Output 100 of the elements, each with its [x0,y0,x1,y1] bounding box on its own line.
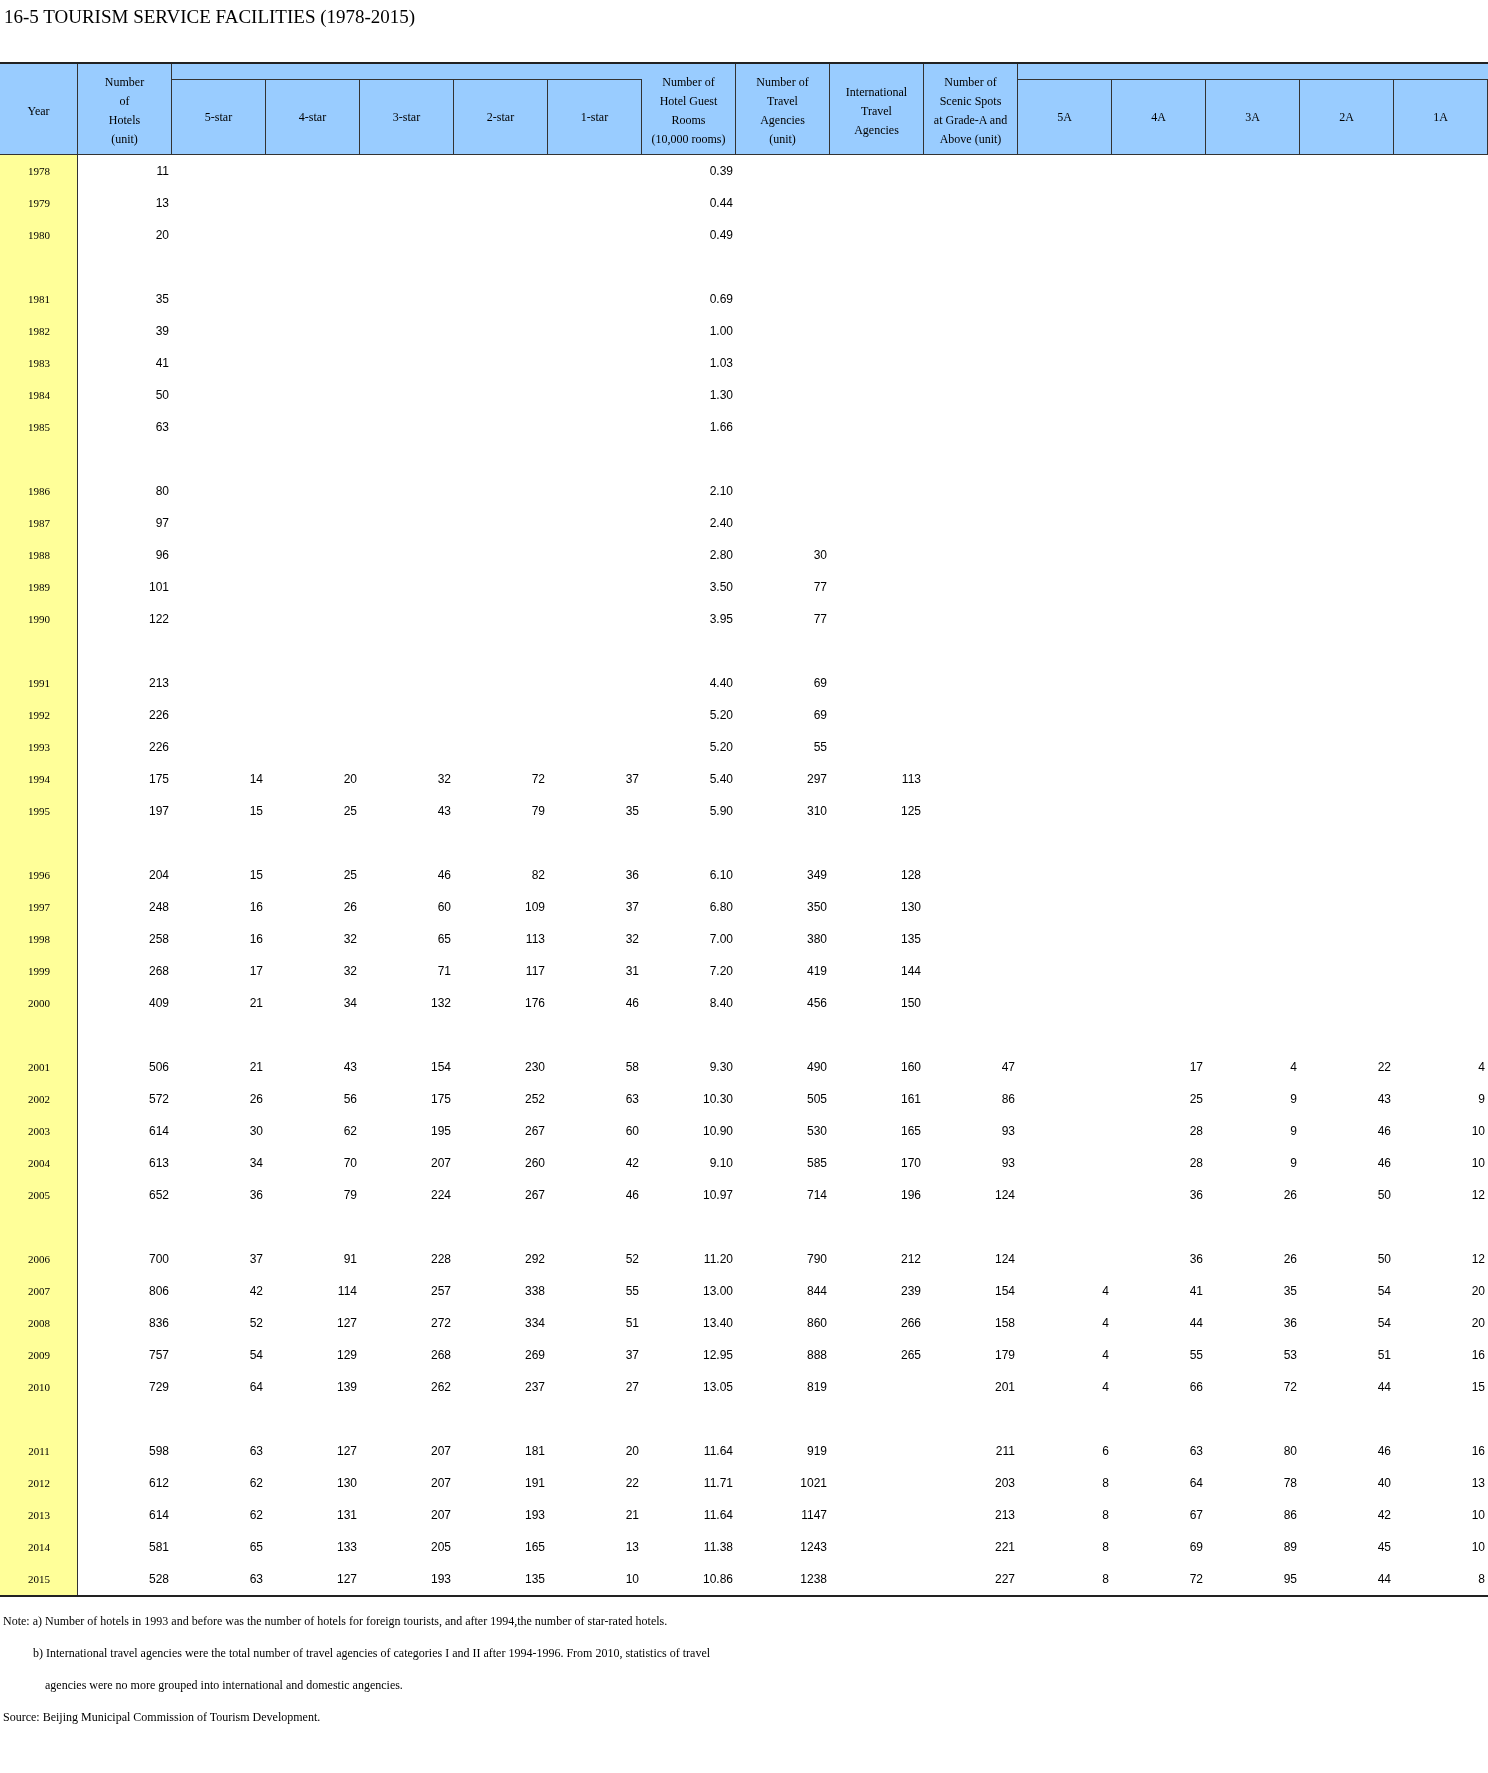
table-cell: 175 [148,772,169,786]
table-cell: 221 [994,1540,1015,1554]
table-cell: 37 [625,1348,639,1362]
table-cell: 456 [806,996,827,1010]
table-cell: 2.80 [709,548,733,562]
table-cell: 207 [430,1476,451,1490]
table-cell: 11.20 [703,1252,733,1266]
column-header: 4A [1112,79,1206,154]
table-cell: 11.64 [703,1508,733,1522]
table-cell: 21 [249,1060,263,1074]
table-cell: 239 [900,1284,921,1298]
table-cell: 350 [806,900,827,914]
table-cell: 158 [994,1316,1015,1330]
table-cell: 109 [524,900,545,914]
table-cell: 0.44 [709,196,733,210]
table-cell: 11.38 [703,1540,733,1554]
table-cell: 69 [813,708,827,722]
table-cell: 32 [343,964,357,978]
table-cell: 700 [148,1252,169,1266]
table-cell: 46 [1377,1124,1391,1138]
table-cell: 31 [625,964,639,978]
table-cell: 16 [1471,1348,1485,1362]
table-cell: 212 [900,1252,921,1266]
year-cell: 2002 [28,1093,50,1105]
table-cell: 4 [1102,1348,1109,1362]
table-cell: 62 [249,1508,263,1522]
table-cell: 124 [994,1188,1015,1202]
table-cell: 79 [531,804,545,818]
table-cell: 13.05 [702,1380,733,1394]
table-cell: 34 [249,1156,263,1170]
table-cell: 237 [524,1380,545,1394]
table-cell: 258 [148,932,169,946]
year-cell: 1979 [28,197,50,209]
table-cell: 297 [806,772,827,786]
table-cell: 790 [806,1252,827,1266]
year-cell: 1998 [28,933,50,945]
column-header: International Travel Agencies [830,64,924,154]
table-cell: 9.30 [709,1060,733,1074]
table-cell: 919 [806,1444,827,1458]
note-text: agencies were no more grouped into international and domestic angencies. [45,1677,403,1693]
table-cell: 248 [148,900,169,914]
table-cell: 28 [1189,1156,1203,1170]
table-cell: 1238 [800,1572,827,1586]
table-cell: 806 [148,1284,169,1298]
year-cell: 2011 [28,1445,50,1457]
table-cell: 133 [336,1540,357,1554]
table-cell: 0.39 [709,164,733,178]
table-cell: 528 [148,1572,169,1586]
table-cell: 15 [249,868,263,882]
table-cell: 127 [336,1316,357,1330]
table-cell: 125 [900,804,921,818]
table-cell: 101 [148,580,169,594]
year-cell: 2012 [28,1477,50,1489]
table-cell: 63 [155,420,169,434]
table-cell: 56 [343,1092,357,1106]
table-cell: 598 [148,1444,169,1458]
table-cell: 72 [1283,1380,1297,1394]
table-cell: 25 [343,804,357,818]
table-cell: 64 [249,1380,263,1394]
column-header: 5A [1018,79,1112,154]
column-header: 1A [1394,79,1488,154]
table-cell: 10 [625,1572,639,1586]
table-cell: 52 [625,1252,639,1266]
year-cell: 1994 [28,773,50,785]
table-cell: 37 [249,1252,263,1266]
table-cell: 50 [1377,1188,1391,1202]
table-cell: 46 [437,868,451,882]
table-cell: 16 [249,900,263,914]
table-cell: 9 [1290,1156,1297,1170]
table-cell: 20 [625,1444,639,1458]
table-cell: 20 [1471,1316,1485,1330]
table-cell: 5.90 [709,804,733,818]
table-cell: 39 [155,324,169,338]
table-cell: 32 [437,772,451,786]
column-header: Number of Travel Agencies (unit) [736,64,830,154]
table-cell: 122 [148,612,169,626]
table-cell: 93 [1001,1156,1015,1170]
table-cell: 55 [813,740,827,754]
table-cell: 86 [1283,1508,1297,1522]
table-cell: 41 [1189,1284,1203,1298]
table-cell: 196 [900,1188,921,1202]
table-cell: 36 [625,868,639,882]
table-cell: 46 [1377,1444,1391,1458]
year-cell: 1987 [28,517,50,529]
year-cell: 1991 [28,677,50,689]
table-cell: 35 [155,292,169,306]
note-text: Source: Beijing Municipal Commission of Tourism Development. [3,1709,321,1725]
table-cell: 10.97 [702,1188,733,1202]
table-cell: 9.10 [709,1156,733,1170]
table-cell: 66 [1189,1380,1203,1394]
table-cell: 78 [1283,1476,1297,1490]
table-cell: 93 [1001,1124,1015,1138]
table-cell: 165 [524,1540,545,1554]
table-cell: 55 [1189,1348,1203,1362]
table-cell: 5.20 [709,708,733,722]
table-cell: 581 [148,1540,169,1554]
table-cell: 69 [813,676,827,690]
table-cell: 2.10 [709,484,733,498]
table-cell: 530 [806,1124,827,1138]
table-cell: 757 [148,1348,169,1362]
